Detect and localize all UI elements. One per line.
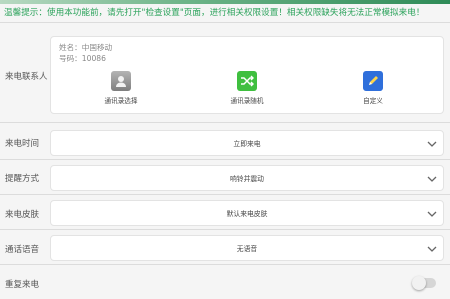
repeat-call-toggle[interactable] [412,276,436,290]
divider [0,264,450,265]
contact-number: 号码：10086 [59,54,106,63]
repeat-call-label: 重复来电 [5,280,40,290]
option-custom[interactable]: 自定义 [333,71,413,105]
option-pick-contact[interactable]: 通讯录选择 [81,71,161,105]
contacts-icon [111,71,131,91]
edit-icon [363,71,383,91]
call-skin-value: 默认来电皮肤 [226,210,268,218]
call-voice-label: 通话语音 [5,245,40,255]
call-time-value: 立即来电 [233,140,261,148]
option-pick-contact-label: 通讯录选择 [104,97,138,105]
divider [0,122,450,123]
chevron-down-icon [427,246,437,252]
chevron-down-icon [427,141,437,147]
call-skin-label: 来电皮肤 [5,210,40,220]
top-accent-bar [0,0,450,4]
call-time-select[interactable]: 立即来电 [50,130,444,156]
call-voice-value: 无语音 [236,245,258,253]
option-custom-label: 自定义 [363,97,383,105]
option-random-contact-label: 通讯录随机 [230,97,264,105]
contact-card: 姓名：中国移动 号码：10086 通讯录选择 通讯录随机 自定义 [50,36,444,114]
divider [0,159,450,160]
contact-name: 姓名：中国移动 [59,43,113,52]
shuffle-icon [237,71,257,91]
call-voice-select[interactable]: 无语音 [50,235,444,261]
notice-text: 温馨提示：使用本功能前，请先打开"检查设置"页面，进行相关权限设置！相关权限缺失… [4,8,425,18]
toggle-knob [412,276,426,290]
call-skin-select[interactable]: 默认来电皮肤 [50,200,444,226]
call-time-label: 来电时间 [5,139,40,149]
divider [0,229,450,230]
reminder-mode-select[interactable]: 响铃并震动 [50,165,444,191]
chevron-down-icon [427,211,437,217]
divider [0,22,450,23]
chevron-down-icon [427,176,437,182]
divider [0,194,450,195]
reminder-mode-value: 响铃并震动 [230,175,264,183]
option-random-contact[interactable]: 通讯录随机 [207,71,287,105]
reminder-mode-label: 提醒方式 [5,174,40,184]
caller-label: 来电联系人 [5,72,48,82]
